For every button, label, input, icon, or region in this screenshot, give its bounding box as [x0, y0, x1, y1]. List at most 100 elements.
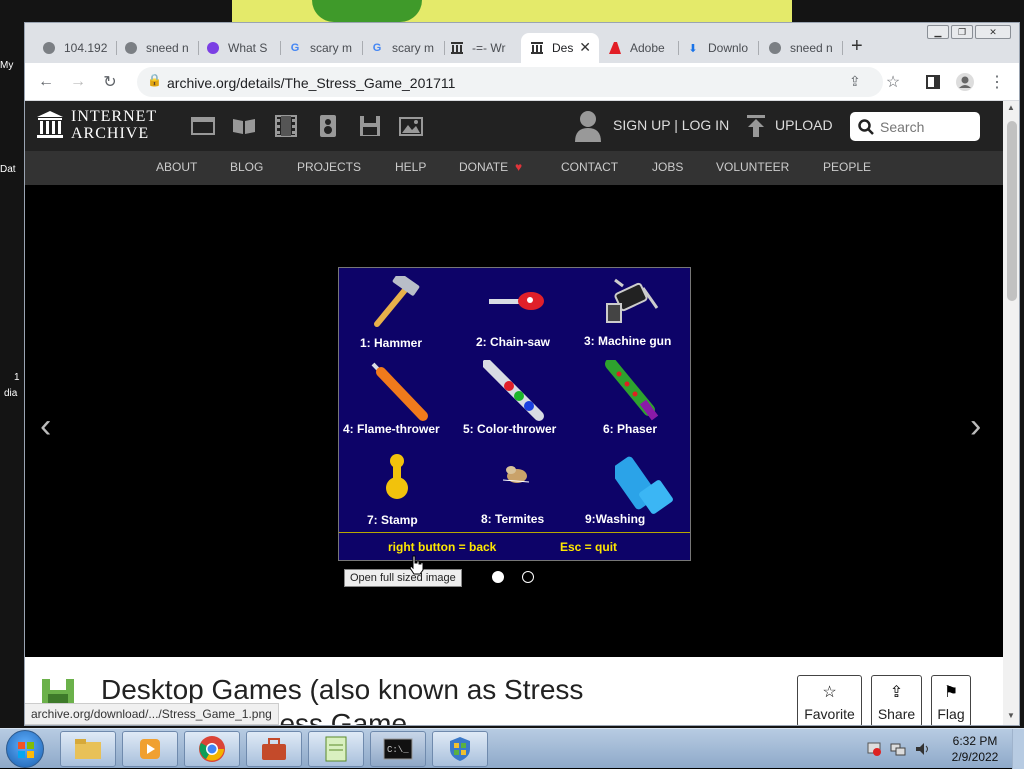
carousel-prev-arrow[interactable]: ‹ — [40, 407, 51, 446]
menu-icon[interactable]: ⋮ — [984, 70, 1010, 94]
wallpaper-decoration — [232, 0, 792, 22]
ia-nav-bar: ABOUT BLOG PROJECTS HELP DONATE ♥ CONTAC… — [25, 151, 1003, 185]
star-icon: ☆ — [822, 684, 837, 701]
show-desktop-button[interactable] — [1012, 729, 1024, 769]
share-button[interactable]: ⇪ Share — [871, 675, 922, 725]
taskbar-chrome[interactable] — [184, 731, 240, 767]
nav-contact[interactable]: CONTACT — [561, 160, 618, 174]
tab[interactable]: 104.192 — [37, 33, 117, 63]
tab-strip: 104.192 sneed n What S G scary m G scary… — [25, 23, 1019, 63]
tab-label: scary m — [310, 41, 352, 55]
images-icon[interactable] — [399, 114, 425, 138]
new-tab-button[interactable]: + — [851, 35, 863, 58]
tab[interactable]: ⬇ Downlo — [681, 33, 759, 63]
vertical-scrollbar[interactable]: ▲ ▼ — [1003, 101, 1019, 725]
flag-button[interactable]: ⚑ Flag — [931, 675, 971, 725]
taskbar-cmd[interactable]: C:\_ — [370, 731, 426, 767]
carousel-next-arrow[interactable]: › — [970, 407, 981, 446]
tab[interactable]: sneed n — [119, 33, 199, 63]
picsart-icon — [205, 40, 221, 56]
browser-window: 104.192 sneed n What S G scary m G scary… — [24, 22, 1020, 726]
nav-jobs[interactable]: JOBS — [652, 160, 683, 174]
nav-about[interactable]: ABOUT — [156, 160, 197, 174]
tab-label: 104.192 — [64, 41, 108, 55]
nav-donate[interactable]: DONATE — [459, 160, 508, 174]
back-button[interactable]: ← — [33, 70, 59, 94]
start-button[interactable] — [6, 730, 44, 768]
weapon-label: 9:Washing — [585, 512, 646, 526]
tab[interactable]: What S — [201, 33, 281, 63]
taskbar: C:\_ 6:32 PM 2/9/2022 — [0, 728, 1024, 769]
tab[interactable]: G scary m — [365, 33, 445, 63]
forward-button[interactable]: → — [65, 70, 91, 94]
tab-label: sneed n — [146, 41, 189, 55]
scroll-up-icon[interactable]: ▲ — [1007, 103, 1015, 112]
restore-button[interactable]: ❐ — [951, 25, 973, 39]
archive-icon — [449, 40, 465, 56]
nav-blog[interactable]: BLOG — [230, 160, 263, 174]
video-icon[interactable] — [273, 114, 299, 138]
taskbar-clock[interactable]: 6:32 PM 2/9/2022 — [948, 733, 1002, 765]
internet-archive-logo[interactable] — [35, 110, 65, 140]
upload-icon[interactable] — [746, 114, 766, 138]
tab[interactable]: G scary m — [283, 33, 363, 63]
nav-projects[interactable]: PROJECTS — [297, 160, 361, 174]
download-icon: ⬇ — [688, 42, 698, 55]
tab-active[interactable]: Des ✕ — [521, 33, 599, 63]
taskbar-app[interactable] — [246, 731, 302, 767]
minimize-button[interactable]: ▁ — [927, 25, 949, 39]
weapon-label: 5: Color-thrower — [463, 422, 557, 436]
nav-volunteer[interactable]: VOLUNTEER — [716, 160, 789, 174]
signup-login-link[interactable]: SIGN UP | LOG IN — [613, 117, 729, 133]
flag-icon: ⚑ — [943, 684, 959, 701]
taskbar-notepad[interactable] — [308, 731, 364, 767]
game-footer: right button = back Esc = quit — [339, 532, 690, 560]
scroll-down-icon[interactable]: ▼ — [1007, 711, 1015, 720]
weapon-label: 2: Chain-saw — [476, 335, 551, 349]
clock-date: 2/9/2022 — [951, 750, 999, 764]
taskbar-media-player[interactable] — [122, 731, 178, 767]
taskbar-app2[interactable] — [432, 731, 488, 767]
game-screenshot[interactable]: 1: Hammer 2: Chain-saw 3: Machine gun 4:… — [338, 267, 691, 561]
machine-gun-icon — [606, 278, 659, 323]
share-page-icon[interactable]: ⇪ — [849, 73, 861, 90]
network-icon[interactable] — [890, 741, 906, 757]
carousel-dot[interactable] — [522, 571, 534, 583]
taskbar-explorer[interactable] — [60, 731, 116, 767]
url-text: archive.org/details/The_Stress_Game_2017… — [167, 75, 456, 91]
profile-icon[interactable] — [952, 70, 978, 94]
action-center-icon[interactable] — [866, 741, 882, 757]
tab[interactable]: -=- Wr — [445, 33, 525, 63]
nav-help[interactable]: HELP — [395, 160, 426, 174]
carousel-dot-active[interactable] — [492, 571, 504, 583]
google-icon: G — [290, 42, 300, 54]
favorite-button[interactable]: ☆ Favorite — [797, 675, 862, 725]
search-input[interactable]: Search — [850, 112, 980, 141]
svg-text:C:\_: C:\_ — [387, 745, 409, 755]
globe-icon — [123, 40, 139, 56]
address-bar[interactable]: 🔒 archive.org/details/The_Stress_Game_20… — [137, 67, 883, 97]
reload-button[interactable]: ↻ — [97, 70, 123, 94]
ia-header: INTERNET ARCHIVE SIGN UP | LOG IN UPLOAD… — [25, 101, 1003, 151]
audio-icon[interactable] — [315, 114, 341, 138]
side-panel-icon[interactable] — [920, 70, 946, 94]
phaser-icon — [605, 360, 659, 421]
close-tab-icon[interactable]: ✕ — [579, 39, 591, 56]
volume-icon[interactable] — [914, 741, 930, 757]
nav-people[interactable]: PEOPLE — [823, 160, 871, 174]
tab[interactable]: sneed n — [763, 33, 843, 63]
web-icon[interactable] — [190, 114, 216, 138]
scrollbar-thumb[interactable] — [1007, 121, 1017, 301]
bookmark-star-icon[interactable]: ☆ — [880, 70, 906, 94]
security-shield-icon — [450, 737, 470, 761]
upload-link[interactable]: UPLOAD — [775, 117, 833, 133]
tab[interactable]: Adobe — [603, 33, 679, 63]
user-avatar-icon[interactable] — [574, 109, 602, 143]
game-footer-right: Esc = quit — [560, 540, 618, 554]
color-thrower-icon — [483, 360, 544, 421]
share-label: Share — [877, 706, 916, 722]
software-icon[interactable] — [357, 114, 383, 138]
tooltip: Open full sized image — [344, 569, 462, 587]
close-window-button[interactable]: ✕ — [975, 25, 1011, 39]
texts-icon[interactable] — [231, 114, 257, 138]
